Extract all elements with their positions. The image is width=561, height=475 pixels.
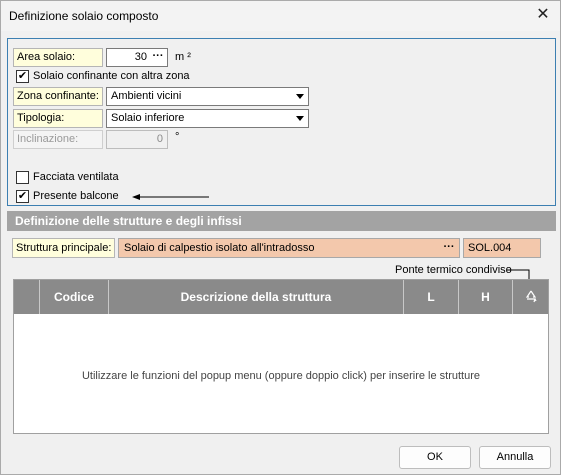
area-unit: m ² [175, 51, 191, 63]
struttura-value: Solaio di calpestio isolato all'intrados… [124, 242, 315, 254]
struttura-label: Struttura principale: [12, 238, 115, 258]
col-ponte[interactable] [513, 280, 548, 314]
inclinazione-input[interactable]: 0 [106, 130, 168, 149]
row-selector-header [14, 280, 40, 314]
ok-button[interactable]: OK [399, 446, 471, 469]
zona-label: Zona confinante: [13, 87, 103, 106]
facciata-label: Facciata ventilata [33, 171, 119, 183]
area-label: Area solaio: [13, 48, 103, 67]
struttura-code: SOL.004 [463, 238, 541, 258]
balcone-label: Presente balcone [33, 190, 119, 202]
struttura-field[interactable]: Solaio di calpestio isolato all'intrados… [118, 238, 460, 258]
solaio-properties-group: Area solaio: 30 ··· m ² ✔ Solaio confina… [7, 38, 556, 206]
chevron-down-icon [296, 116, 304, 121]
chevron-down-icon [296, 94, 304, 99]
balcone-checkbox[interactable]: ✔ [16, 190, 29, 203]
recycle-icon [525, 290, 537, 303]
zona-value: Ambienti vicini [111, 90, 182, 102]
title-bar: Definizione solaio composto ✕ [1, 1, 560, 31]
cancel-button[interactable]: Annulla [479, 446, 551, 469]
tipologia-label: Tipologia: [13, 109, 103, 128]
struttura-dots-button[interactable]: ··· [441, 241, 457, 257]
zona-select[interactable]: Ambienti vicini [106, 87, 309, 106]
col-h[interactable]: H [459, 280, 513, 314]
tipologia-select[interactable]: Solaio inferiore [106, 109, 309, 128]
window-title: Definizione solaio composto [9, 9, 159, 23]
confinante-label: Solaio confinante con altra zona [33, 70, 190, 82]
inclinazione-label: Inclinazione: [13, 130, 103, 149]
area-dots-button[interactable]: ··· [150, 50, 166, 66]
table-header: Codice Descrizione della struttura L H [14, 280, 548, 314]
confinante-checkbox[interactable]: ✔ [16, 70, 29, 83]
close-icon[interactable]: ✕ [530, 3, 556, 27]
dialog-window: Definizione solaio composto ✕ Area solai… [0, 0, 561, 475]
area-value: 30 [134, 51, 147, 63]
empty-table-message: Utilizzare le funzioni del popup menu (o… [81, 370, 481, 382]
inclinazione-unit: ° [175, 131, 180, 143]
structures-table[interactable]: Codice Descrizione della struttura L H U… [13, 279, 549, 434]
col-codice[interactable]: Codice [40, 280, 109, 314]
inclinazione-value: 0 [156, 133, 163, 145]
tipologia-value: Solaio inferiore [111, 112, 185, 124]
area-input[interactable]: 30 ··· [106, 48, 168, 67]
col-l[interactable]: L [404, 280, 459, 314]
ponte-termico-label: Ponte termico condiviso [395, 264, 512, 276]
arrow-left-icon [132, 194, 209, 200]
section-header: Definizione delle strutture e degli infi… [7, 211, 556, 231]
col-descrizione[interactable]: Descrizione della struttura [109, 280, 404, 314]
facciata-checkbox[interactable] [16, 171, 29, 184]
